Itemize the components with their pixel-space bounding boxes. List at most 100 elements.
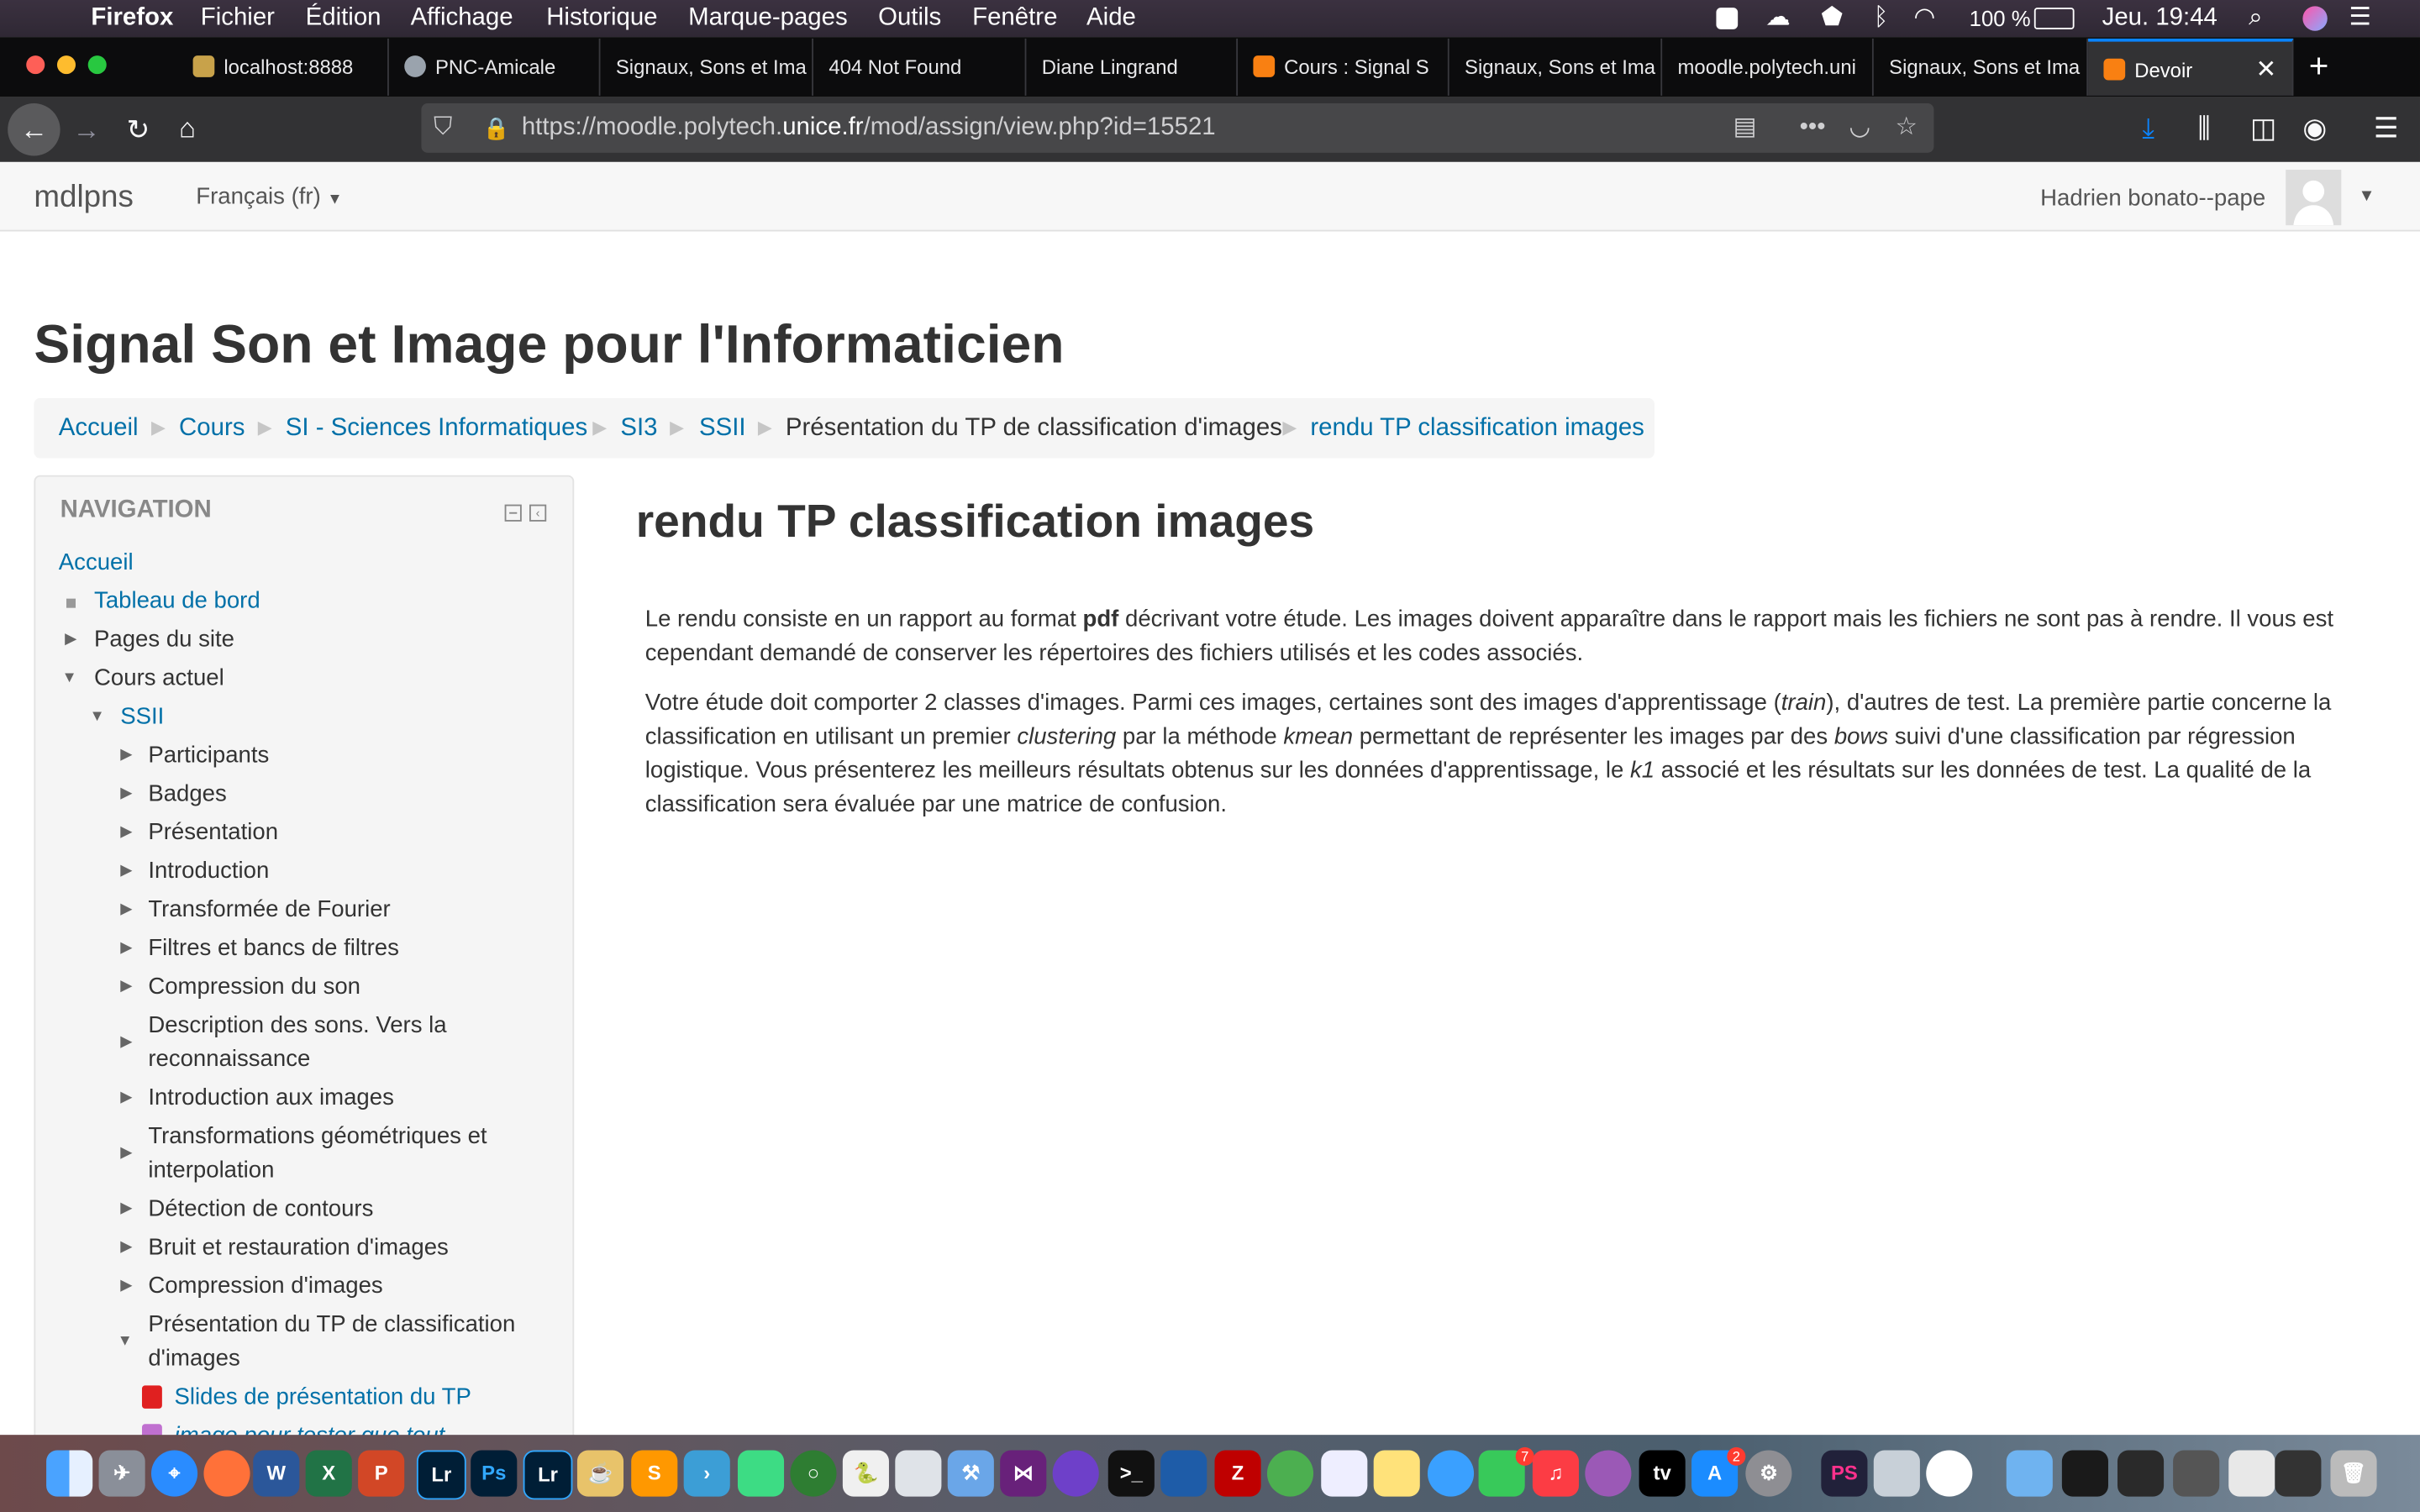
- screenshot-icon[interactable]: [1873, 1450, 1920, 1497]
- nav-resource-slides[interactable]: Slides de présentation du TP: [175, 1381, 471, 1415]
- tab-signaux-2[interactable]: Signaux, Sons et Ima: [1449, 38, 1663, 96]
- python-launcher-icon[interactable]: 🐍: [842, 1450, 889, 1497]
- nav-section[interactable]: Introduction: [148, 855, 269, 889]
- breadcrumb-si[interactable]: SI - Sciences Informatiques: [286, 398, 587, 459]
- expand-arrow-icon[interactable]: ▶: [120, 747, 132, 764]
- expand-arrow-icon[interactable]: ▶: [120, 1089, 132, 1106]
- collapse-arrow-icon[interactable]: ▼: [90, 708, 105, 725]
- user-name[interactable]: Hadrien bonato--pape: [2040, 185, 2265, 211]
- menu-affichage[interactable]: Affichage: [411, 3, 513, 34]
- expand-arrow-icon[interactable]: ▶: [120, 1278, 132, 1294]
- url-bar[interactable]: ⛉ 🔒 https://moodle.polytech.unice.fr/mod…: [421, 103, 1934, 153]
- bookmark-star-icon[interactable]: ☆: [1896, 103, 1918, 153]
- launchpad-icon[interactable]: ✈: [98, 1450, 145, 1497]
- reload-button[interactable]: ↻: [127, 114, 150, 145]
- library-icon[interactable]: ⫼: [2198, 113, 2211, 144]
- nav-tableau-de-bord[interactable]: Tableau de bord: [94, 585, 260, 618]
- breadcrumb-ssii[interactable]: SSII: [699, 398, 746, 459]
- bluetooth-icon[interactable]: ᛒ: [1874, 3, 1889, 34]
- sidebar-toggle-icon[interactable]: ◫: [2250, 113, 2276, 144]
- close-tab-icon[interactable]: ✕: [2256, 42, 2277, 96]
- nav-section[interactable]: Détection de contours: [148, 1193, 373, 1226]
- user-menu-caret-icon[interactable]: ▼: [2359, 186, 2375, 205]
- nav-section[interactable]: Description des sons. Vers la reconnaiss…: [148, 1009, 502, 1077]
- notes-icon[interactable]: [1373, 1450, 1420, 1497]
- tab-localhost[interactable]: localhost:8888: [177, 38, 389, 96]
- expand-arrow-icon[interactable]: ▶: [120, 1239, 132, 1256]
- forward-button[interactable]: →: [72, 114, 100, 145]
- xcode-icon[interactable]: ⚒: [947, 1450, 994, 1497]
- expand-arrow-icon[interactable]: ▶: [120, 978, 132, 995]
- close-window-button[interactable]: [26, 55, 45, 75]
- expand-arrow-icon[interactable]: ▶: [120, 863, 132, 879]
- nav-section[interactable]: Introduction aux images: [148, 1082, 394, 1116]
- photoshop-icon[interactable]: Ps: [471, 1450, 518, 1497]
- breadcrumb-rendu-tp[interactable]: rendu TP classification images: [1310, 398, 1644, 459]
- tab-signaux-1[interactable]: Signaux, Sons et Ima: [600, 38, 813, 96]
- tab-devoir[interactable]: Devoir ✕: [2088, 38, 2294, 96]
- window-thumbnail[interactable]: [2173, 1450, 2220, 1497]
- nav-section[interactable]: Filtres et bancs de filtres: [148, 932, 399, 965]
- sync-app-icon[interactable]: ○: [790, 1450, 837, 1497]
- menu-outils[interactable]: Outils: [878, 3, 941, 34]
- expand-arrow-icon[interactable]: ▶: [120, 1145, 132, 1162]
- safari-icon[interactable]: ⌖: [150, 1450, 198, 1497]
- dock-block-icon[interactable]: ‹: [529, 504, 547, 522]
- clock[interactable]: Jeu. 19:44: [2102, 3, 2217, 34]
- expand-arrow-icon[interactable]: ▶: [120, 940, 132, 957]
- expand-arrow-icon[interactable]: ▶: [120, 785, 132, 802]
- collapse-block-icon[interactable]: [504, 504, 522, 522]
- wifi-icon[interactable]: ◠: [1914, 3, 1936, 34]
- account-icon[interactable]: ◉: [2302, 113, 2327, 144]
- breadcrumb-accueil[interactable]: Accueil: [59, 398, 139, 459]
- expand-arrow-icon[interactable]: ▶: [120, 824, 132, 841]
- word-icon[interactable]: W: [253, 1450, 300, 1497]
- podcasts-icon[interactable]: [1585, 1450, 1632, 1497]
- reader-view-icon[interactable]: ▤: [1733, 103, 1757, 153]
- tab-cours-signal[interactable]: Cours : Signal S: [1238, 38, 1449, 96]
- nav-section[interactable]: Compression d'images: [148, 1270, 382, 1304]
- lightroom-classic-icon[interactable]: Lr: [523, 1450, 573, 1500]
- back-button[interactable]: ←: [8, 103, 60, 156]
- collapse-arrow-icon[interactable]: ▼: [118, 1333, 133, 1350]
- zoom-window-button[interactable]: [87, 55, 107, 75]
- status-app-icon[interactable]: [1716, 8, 1739, 29]
- system-preferences-icon[interactable]: ⚙: [1745, 1450, 1792, 1497]
- nav-section[interactable]: Transformations géométriques et interpol…: [148, 1120, 511, 1188]
- nav-section[interactable]: Bruit et restauration d'images: [148, 1231, 449, 1265]
- cloud-icon[interactable]: ☁: [1765, 3, 1790, 34]
- avatar[interactable]: [2286, 170, 2342, 226]
- tab-moodle-polytech[interactable]: moodle.polytech.uni: [1662, 38, 1874, 96]
- shield-status-icon[interactable]: ⬟: [1821, 3, 1843, 34]
- terminal-icon[interactable]: >_: [1107, 1450, 1155, 1497]
- tab-pnc-amicale[interactable]: PNC-Amicale: [389, 38, 601, 96]
- messages-icon[interactable]: [1427, 1450, 1475, 1497]
- expand-arrow-icon[interactable]: ▶: [120, 1034, 132, 1051]
- window-thumbnail[interactable]: [2275, 1450, 2322, 1497]
- site-brand[interactable]: mdlpns: [34, 181, 133, 216]
- window-thumbnail[interactable]: [2228, 1450, 2275, 1497]
- downloads-icon[interactable]: ⤓: [2142, 113, 2154, 144]
- collapse-arrow-icon[interactable]: ▼: [61, 669, 76, 686]
- nav-section[interactable]: Badges: [148, 778, 226, 811]
- breadcrumb-si3[interactable]: SI3: [620, 398, 657, 459]
- firefox-icon[interactable]: [203, 1450, 250, 1497]
- window-thumbnail[interactable]: [2061, 1450, 2108, 1497]
- nav-section[interactable]: Transformée de Fourier: [148, 893, 390, 927]
- excel-icon[interactable]: X: [305, 1450, 352, 1497]
- menu-fichier[interactable]: Fichier: [201, 3, 275, 34]
- tab-signaux-3[interactable]: Signaux, Sons et Ima: [1874, 38, 2089, 96]
- nav-section[interactable]: Compression du son: [148, 970, 360, 1004]
- app-menu[interactable]: Firefox: [91, 3, 173, 34]
- image-capture-icon[interactable]: [1321, 1450, 1368, 1497]
- shark-app-icon[interactable]: [1160, 1450, 1207, 1497]
- nav-section-current[interactable]: Présentation du TP de classification d'i…: [148, 1309, 541, 1377]
- teapot-app-icon[interactable]: ☕: [576, 1450, 624, 1497]
- menu-aide[interactable]: Aide: [1086, 3, 1136, 34]
- pocket-icon[interactable]: ◡: [1849, 103, 1870, 153]
- language-menu[interactable]: Français (fr) ▼: [196, 184, 342, 210]
- menu-historique[interactable]: Historique: [546, 3, 657, 34]
- minimize-window-button[interactable]: [56, 55, 76, 75]
- sublime-text-icon[interactable]: S: [631, 1450, 678, 1497]
- new-tab-button[interactable]: +: [2309, 49, 2329, 82]
